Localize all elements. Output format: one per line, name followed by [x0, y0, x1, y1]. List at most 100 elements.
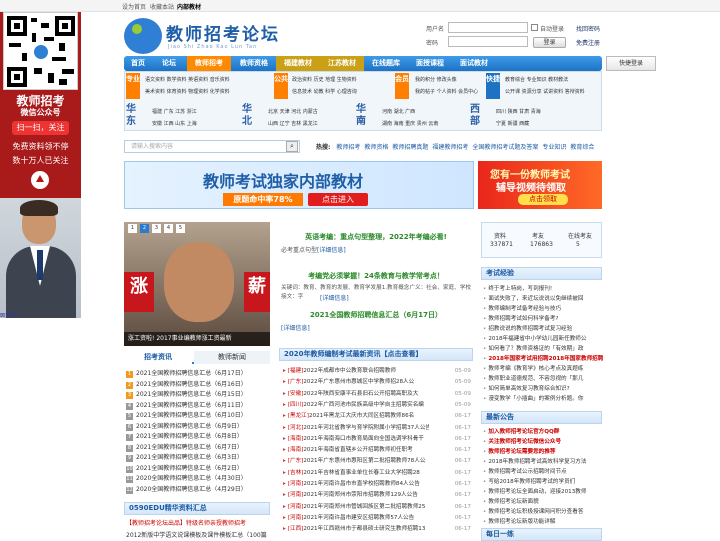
announcement-item[interactable]: • 关注教师招考论坛微信公众号: [483, 438, 603, 447]
add-favorite-link[interactable]: 收藏本站: [150, 2, 174, 11]
tab-exam-news[interactable]: 招考资讯: [124, 351, 192, 364]
exam-news-item[interactable]: 2 2021全国教师招聘信息汇总（6月16日）: [126, 380, 272, 389]
nav-item-7[interactable]: 面授课程: [408, 56, 452, 71]
exam-news-item[interactable]: 5 2021全国教师招聘信息汇总（6月10日）: [126, 411, 272, 420]
hot-link-3[interactable]: 福建教师招考: [432, 144, 468, 151]
region-provinces-2-2[interactable]: 湖南 海南 重庆 贵州 云南: [382, 120, 438, 127]
news-row[interactable]: ▸ [黑龙江]2021年黑龙江大庆市大同区招聘教师86名 06-17: [283, 412, 471, 421]
username-input[interactable]: [448, 22, 528, 33]
category-row-6[interactable]: 我的帖子 个人资料 会员中心: [415, 88, 478, 95]
essential-item-1[interactable]: 【教师招考论坛出品】特级名师亲授教师招考: [126, 519, 272, 528]
headline-3[interactable]: 2021全国教师招聘信息汇总（6月17日）: [279, 310, 473, 320]
exam-news-item[interactable]: 3 2021全国教师招聘信息汇总（6月15日）: [126, 390, 272, 399]
find-password-link[interactable]: 找回密码: [576, 24, 600, 33]
internal-link[interactable]: 内部教材: [177, 2, 201, 11]
ad-close-link[interactable]: ⊠关闭: [0, 310, 17, 319]
news-row[interactable]: ▸ [广东]2021年广东惠州市惠阳区第二批招聘教师78人公 06-17: [283, 457, 471, 466]
news-row[interactable]: ▸ [四川]2022年广西河池市民族高级中学自主招聘实名编 05-09: [283, 401, 471, 410]
experience-item[interactable]: • 终于考上特岗，写到报刊!: [483, 285, 603, 294]
slideshow[interactable]: 涨 薪 12345 涨工资啦! 2017事业编教师涨工资最新: [124, 222, 270, 346]
news-row[interactable]: ▸ [河南]2021年河南郑州市荥阳市招聘教师129人公告 06-17: [283, 491, 471, 500]
region-provinces-3-1[interactable]: 四川 陕西 甘肃 青海: [496, 108, 541, 115]
nav-item-0[interactable]: 首页: [124, 56, 152, 71]
experience-item[interactable]: • 如何看了？教师资格证的「有效期」政: [483, 345, 603, 354]
region-provinces-1-1[interactable]: 北京 天津 河北 内蒙古: [268, 108, 318, 115]
nav-item-3[interactable]: 教师资格: [232, 56, 276, 71]
exam-news-item[interactable]: 7 2021全国教师招聘信息汇总（6月8日）: [126, 432, 272, 441]
experience-item[interactable]: • 漫变教学「小插曲」的案例分析题。你: [483, 395, 603, 404]
tab-teacher-news[interactable]: 教师新闻: [194, 351, 270, 364]
experience-item[interactable]: • 如何简单高效复习教育综合知识?: [483, 385, 603, 394]
announcement-item[interactable]: • 教师招考论坛积极授课网问积分查看答: [483, 508, 603, 517]
hot-link-4[interactable]: 全国教师招考试题及答案: [472, 144, 538, 151]
site-logo-text[interactable]: 教师招考论坛: [166, 20, 280, 45]
exam-news-item[interactable]: 10 2021全国教师招聘信息汇总（6月2日）: [126, 464, 272, 473]
headline-1-link[interactable]: [详细信息]: [317, 247, 346, 254]
login-button[interactable]: 登录: [533, 37, 566, 48]
experience-item[interactable]: • 教师职业道德规范、不容忽视的「那几: [483, 375, 603, 384]
exam-news-item[interactable]: 4 2021全国教师招聘信息汇总（6月11日）: [126, 401, 272, 410]
exam-news-item[interactable]: 11 2020全国教师招聘信息汇总（4月30日）: [126, 474, 272, 483]
nav-item-8[interactable]: 面试教材: [452, 56, 496, 71]
slide-number-3[interactable]: 4: [164, 224, 173, 233]
category-row-7[interactable]: 教育综合 专业知识 教材教法: [505, 76, 568, 83]
category-row-5[interactable]: 我的积分 修改头像: [415, 76, 457, 83]
category-row-3[interactable]: 政治资料 历史 地理 生物资料: [292, 76, 357, 83]
hot-link-5[interactable]: 专业知识: [542, 144, 566, 151]
password-input[interactable]: [448, 36, 528, 47]
exam-news-item[interactable]: 1 2021全国教师招聘信息汇总（6月17日）: [126, 369, 272, 378]
news-row[interactable]: ▸ [江西]2021年江西赣州市于都县硕士研究生教师招聘13 06-17: [283, 525, 471, 534]
exam-news-item[interactable]: 8 2021全国教师招聘信息汇总（6月7日）: [126, 443, 272, 452]
ad-scan-button[interactable]: 扫一扫，关注: [12, 121, 69, 135]
exam-news-item[interactable]: 12 2020全国教师招聘信息汇总（4月29日）: [126, 485, 272, 494]
hot-link-6[interactable]: 教育综合: [570, 144, 594, 151]
category-row-1[interactable]: 语文资料 数学资料 英语资料 音乐资料: [145, 76, 230, 83]
headline-2[interactable]: 考编党必须掌握！24条教育与教学常考点！: [279, 271, 473, 281]
register-link[interactable]: 免费注册: [576, 38, 600, 47]
news-header[interactable]: 2020年教师编制考试最新资讯【点击查看】: [279, 348, 473, 361]
banner1-button[interactable]: 点击进入: [308, 193, 368, 206]
region-provinces-1-2[interactable]: 山西 辽宁 吉林 黑龙江: [268, 120, 318, 127]
slide-number-2[interactable]: 3: [152, 224, 161, 233]
set-home-link[interactable]: 设为首页: [122, 2, 146, 11]
experience-item[interactable]: • 面试失败了，来近坛说说以免继续被回: [483, 295, 603, 304]
headline-2-link[interactable]: [详细信息]: [320, 293, 349, 302]
logo-icon[interactable]: [124, 18, 162, 54]
news-row[interactable]: ▸ [海南]2021年海南海口市教育局面向全国选调学科骨干 06-17: [283, 435, 471, 444]
region-provinces-2-1[interactable]: 河南 湖北 广西: [382, 108, 415, 115]
announcement-item[interactable]: • 2018年教师招聘考试高效科学复习方法: [483, 458, 603, 467]
search-icon[interactable]: ⌕: [286, 141, 298, 152]
slide-number-4[interactable]: 5: [176, 224, 185, 233]
announcement-item[interactable]: • 教师招考论坛全面启动，迎接2013教师: [483, 488, 603, 497]
nav-item-2[interactable]: 教师招考: [187, 56, 231, 71]
nav-item-4[interactable]: 福建教材: [276, 56, 320, 71]
region-provinces-0-1[interactable]: 福建 广东 江苏 浙江: [152, 108, 197, 115]
news-row[interactable]: ▸ [河南]2021年河南郑州市管城回族区第二批招聘教师25 06-17: [283, 503, 471, 512]
experience-item[interactable]: • 2018年福建省中小学幼儿园新任教师公: [483, 335, 603, 344]
category-row-2[interactable]: 美术资料 体育资料 物理资料 化学资料: [145, 88, 230, 95]
headline-3-link[interactable]: [详细信息]: [281, 323, 310, 332]
banner-internal-materials[interactable]: 教师考试独家内部教材 原题命中率78% 点击进入: [124, 161, 474, 209]
news-row[interactable]: ▸ [广东]2022年广东惠州市惠城区中学教师招28人公 05-09: [283, 378, 471, 387]
experience-item[interactable]: • 2018年国家考试用招聘2018年国家教师招聘: [483, 355, 603, 364]
news-row[interactable]: ▸ [河北]2021年河北省教学与育学院附属小学招聘37人公告 06-17: [283, 424, 471, 433]
news-row[interactable]: ▸ [吉林]2021年吉林省直事业单位长春工业大学招聘28 06-17: [283, 469, 471, 478]
nav-item-6[interactable]: 在线题库: [364, 56, 408, 71]
slide-number-1[interactable]: 2: [140, 224, 149, 233]
banner2-button[interactable]: 点击领取: [518, 194, 568, 205]
news-row[interactable]: ▸ [河南]2021年河南许昌市市直学校招聘教师84人公告 06-17: [283, 480, 471, 489]
essential-item-2[interactable]: 2012新版中学语文说课模板及课件模板汇总（100篇: [126, 531, 272, 540]
experience-item[interactable]: • 教师考编《教育学》核心考点及真题练: [483, 365, 603, 374]
announcement-item[interactable]: • 教师招考论坛新版功能详解: [483, 518, 603, 527]
slide-number-0[interactable]: 1: [128, 224, 137, 233]
hot-link-0[interactable]: 教师招考: [336, 144, 360, 151]
hot-link-1[interactable]: 教师资格: [364, 144, 388, 151]
announcement-item[interactable]: • 教师招考论坛需要您的推荐: [483, 448, 603, 457]
experience-item[interactable]: • 招教说说的教师招聘考试复习经验: [483, 325, 603, 334]
announcement-item[interactable]: • 加入教师招考论坛官方QQ群: [483, 428, 603, 437]
news-row[interactable]: ▸ [河南]2021年河南许昌市建安区招聘教师57人公告 06-17: [283, 514, 471, 523]
announcement-item[interactable]: • 教师招考论坛新面貌: [483, 498, 603, 507]
announcement-item[interactable]: • 教师招聘考试公示招聘时间节点: [483, 468, 603, 477]
news-row[interactable]: ▸ [安徽]2022年陕西安康平石县旧石公开招聘高职及大 05-09: [283, 390, 471, 399]
region-provinces-3-2[interactable]: 宁夏 新疆 西藏: [496, 120, 529, 127]
